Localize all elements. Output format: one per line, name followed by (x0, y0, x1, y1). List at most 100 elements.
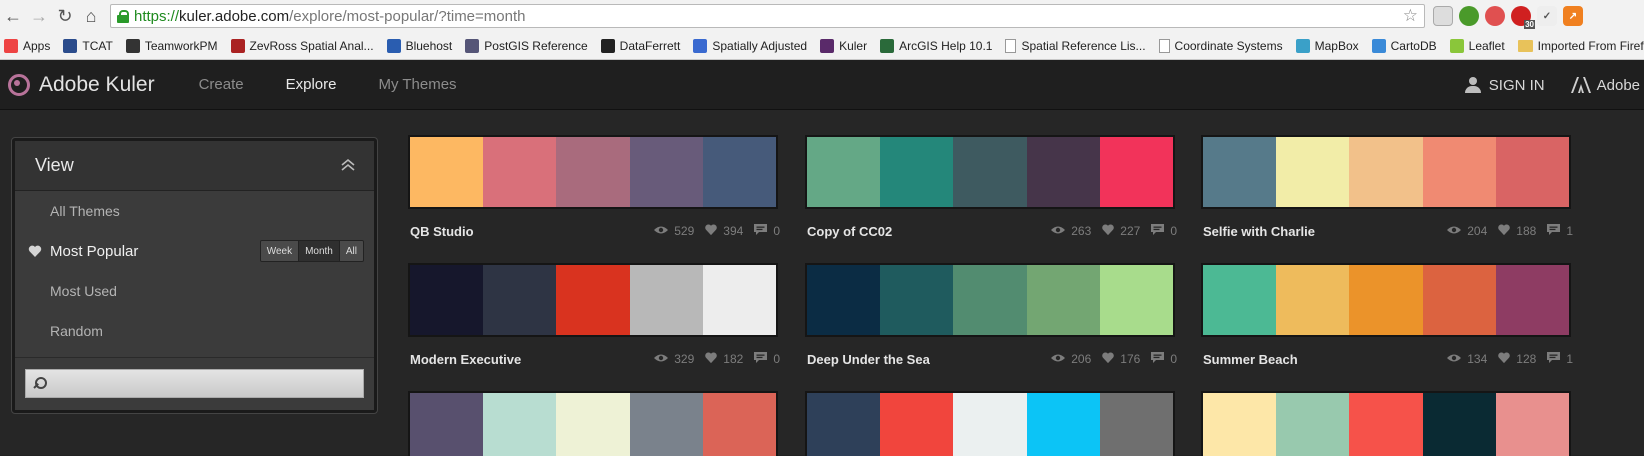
color-swatch (953, 393, 1027, 456)
comment-icon (1150, 223, 1165, 239)
likes-stat[interactable]: 227 (1101, 223, 1140, 239)
theme-name[interactable]: Summer Beach (1203, 352, 1298, 367)
app-header: Adobe Kuler Create Explore My Themes SIG… (0, 60, 1644, 110)
nav-my-themes[interactable]: My Themes (378, 76, 456, 93)
theme-swatches[interactable] (408, 391, 778, 456)
theme-name[interactable]: Selfie with Charlie (1203, 224, 1315, 239)
bookmark-label: PostGIS Reference (484, 38, 588, 53)
likes-stat[interactable]: 176 (1101, 351, 1140, 367)
comments-stat[interactable]: 0 (1150, 351, 1177, 367)
bookmark-item[interactable]: ZevRoss Spatial Anal... (230, 38, 374, 53)
lastpass-ext-icon[interactable] (1485, 6, 1505, 26)
bookmark-item[interactable]: Coordinate Systems (1158, 38, 1283, 53)
likes-count: 176 (1120, 352, 1141, 366)
search-input[interactable] (53, 376, 363, 391)
collapse-chevron-icon[interactable] (340, 157, 356, 173)
reload-icon[interactable]: ↻ (52, 3, 78, 29)
view-most-used[interactable]: Most Used (15, 271, 374, 311)
comments-stat[interactable]: 0 (1150, 223, 1177, 239)
theme-name[interactable]: Copy of CC02 (807, 224, 892, 239)
theme-name[interactable]: QB Studio (410, 224, 474, 239)
color-swatch (556, 393, 630, 456)
theme-name[interactable]: Deep Under the Sea (807, 352, 930, 367)
theme-swatches[interactable] (805, 135, 1175, 209)
filter-week[interactable]: Week (260, 241, 300, 261)
bookmark-label: Kuler (839, 38, 868, 53)
theme-stats: 329 182 0 (643, 351, 780, 367)
theme-swatches[interactable] (1201, 135, 1571, 209)
comments-stat[interactable]: 1 (1546, 223, 1573, 239)
comments-stat[interactable]: 1 (1546, 351, 1573, 367)
comments-count: 0 (773, 352, 780, 366)
bookmark-item[interactable]: Spatial Reference Lis... (1005, 38, 1146, 53)
url-host: kuler.adobe.com (179, 7, 290, 25)
bookmark-item[interactable]: CartoDB (1371, 38, 1437, 53)
comment-icon (1546, 223, 1561, 239)
likes-stat[interactable]: 182 (704, 351, 743, 367)
eye-icon (1446, 352, 1462, 366)
bookmark-item[interactable]: Kuler (820, 38, 868, 53)
frog-ext-icon[interactable] (1459, 6, 1479, 26)
bookmark-item[interactable]: Spatially Adjusted (693, 38, 807, 53)
bookmark-item[interactable]: ArcGIS Help 10.1 (880, 38, 992, 53)
theme-swatches[interactable] (1201, 391, 1571, 456)
calendar-ext-icon[interactable] (1433, 6, 1453, 26)
bookmark-item[interactable]: DataFerrett (600, 38, 680, 53)
main-nav: Create Explore My Themes (199, 76, 499, 93)
kuler-logo[interactable]: Adobe Kuler (8, 73, 155, 97)
color-swatch (410, 265, 484, 335)
theme-swatches[interactable] (805, 263, 1175, 337)
likes-stat[interactable]: 188 (1497, 223, 1536, 239)
theme-name[interactable]: Modern Executive (410, 352, 521, 367)
bookmark-item[interactable]: PostGIS Reference (465, 38, 588, 53)
adobe-link[interactable]: Adobe (1570, 76, 1640, 94)
bookmark-item[interactable]: TCAT (63, 38, 113, 53)
bookmark-item[interactable]: Bluehost (386, 38, 452, 53)
comments-stat[interactable]: 0 (753, 223, 780, 239)
theme-stats: 134 128 1 (1436, 351, 1573, 367)
view-random[interactable]: Random (15, 311, 374, 351)
search-box (25, 369, 364, 398)
eyedropper-ext-icon[interactable]: ✓ (1537, 6, 1557, 26)
view-item-label: Most Popular (50, 242, 139, 260)
bookmark-item[interactable]: Leaflet (1449, 38, 1505, 53)
bookmark-item[interactable]: MapBox (1295, 38, 1359, 53)
theme-stats: 529 394 0 (643, 223, 780, 239)
back-icon[interactable]: ← (0, 3, 26, 29)
views-count: 134 (1467, 352, 1488, 366)
bookmark-label: Spatial Reference Lis... (1021, 38, 1146, 53)
view-all-themes[interactable]: All Themes (15, 191, 374, 231)
likes-stat[interactable]: 128 (1497, 351, 1536, 367)
likes-stat[interactable]: 394 (704, 223, 743, 239)
adobe-label: Adobe (1596, 76, 1640, 94)
theme-meta: Selfie with Charlie 204 188 1 (1201, 209, 1573, 253)
comment-icon (753, 223, 768, 239)
view-most-popular[interactable]: Most Popular Week Month All (15, 231, 374, 271)
filter-all[interactable]: All (339, 241, 363, 261)
theme-swatches[interactable] (408, 135, 778, 209)
adblock-ext-icon[interactable]: 30 (1511, 6, 1535, 29)
theme-swatches[interactable] (805, 391, 1175, 456)
theme-card: Selfie with Charlie 204 188 1 (1201, 135, 1573, 253)
forward-icon[interactable]: → (26, 3, 52, 29)
home-icon[interactable]: ⌂ (78, 3, 104, 29)
theme-swatches[interactable] (408, 263, 778, 337)
cartodb-icon (1371, 38, 1386, 53)
theme-swatches[interactable] (1201, 263, 1571, 337)
address-bar[interactable]: https://kuler.adobe.com/explore/most-pop… (110, 4, 1425, 28)
comments-stat[interactable]: 0 (753, 351, 780, 367)
bookmark-star-icon[interactable]: ☆ (1403, 6, 1418, 26)
analytics-ext-icon[interactable]: ↗ (1563, 6, 1583, 26)
bookmark-item[interactable]: Imported From Firef... (1517, 39, 1644, 53)
nav-create[interactable]: Create (199, 76, 244, 93)
filter-month[interactable]: Month (299, 241, 340, 261)
app-title: Adobe Kuler (39, 72, 155, 96)
color-swatch (1026, 137, 1100, 207)
bookmark-item[interactable]: Apps (4, 38, 50, 53)
bookmark-item[interactable]: TeamworkPM (125, 38, 218, 53)
views-count: 263 (1071, 224, 1092, 238)
sign-in-button[interactable]: SIGN IN (1464, 77, 1545, 94)
eye-icon (1446, 224, 1462, 238)
color-swatch (702, 393, 777, 456)
nav-explore[interactable]: Explore (286, 76, 337, 93)
